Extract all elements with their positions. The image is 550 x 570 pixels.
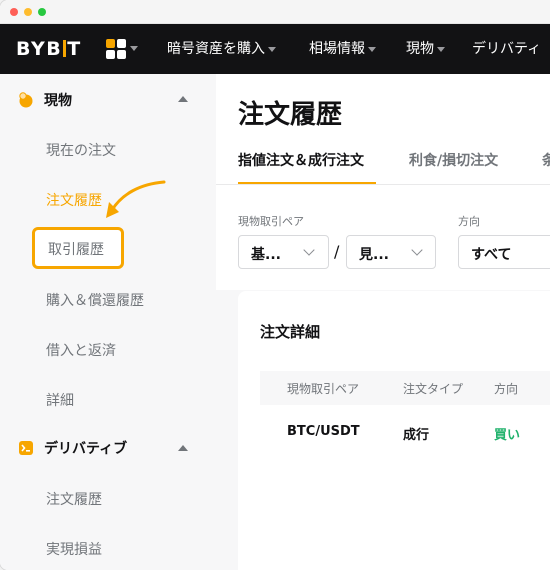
chevron-down-icon — [368, 46, 376, 52]
apps-menu-button[interactable] — [106, 38, 142, 60]
close-window-button[interactable] — [10, 8, 18, 16]
sidebar-item-derivatives-order-history[interactable]: 注文履歴 — [46, 489, 102, 509]
derivatives-icon — [18, 440, 34, 456]
chevron-down-icon — [130, 46, 138, 51]
side-filter-label: 方向 — [458, 215, 480, 228]
sidebar-item-trade-history[interactable]: 取引履歴 — [32, 227, 124, 269]
pair-separator: / — [334, 242, 340, 261]
tab-tp-sl-orders[interactable]: 利食/損切注文 — [409, 150, 498, 170]
chevron-down-icon — [411, 244, 423, 256]
chevron-down-icon — [303, 244, 315, 256]
tabs-divider — [216, 184, 550, 185]
sidebar-item-open-orders[interactable]: 現在の注文 — [46, 140, 116, 160]
nav-item-label: 現物 — [406, 41, 434, 57]
page-title: 注文履歴 — [238, 100, 343, 130]
logo-text-prefix: BYB — [16, 38, 63, 60]
browser-window: BYB T 暗号資産を購入 相場情報 現物 デリバティ 現物 現在の注文 注文履… — [0, 0, 550, 570]
pair-filter-label: 現物取引ペア — [238, 215, 304, 228]
sidebar-item-order-history[interactable]: 注文履歴 — [46, 190, 102, 210]
minimize-window-button[interactable] — [24, 8, 32, 16]
select-value: 見... — [359, 247, 389, 263]
top-navigation: BYB T 暗号資産を購入 相場情報 現物 デリバティ — [0, 24, 550, 74]
maximize-window-button[interactable] — [38, 8, 46, 16]
spot-icon — [18, 92, 34, 108]
sidebar: 現物 現在の注文 注文履歴 取引履歴 購入＆償還履歴 借入と返済 詳細 デリバテ… — [0, 74, 216, 570]
sidebar-item-purchase-redemption[interactable]: 購入＆償還履歴 — [46, 290, 144, 310]
column-header-order-type: 注文タイプ — [403, 382, 464, 396]
pointer-arrow-icon — [106, 180, 166, 218]
tab-conditional-orders[interactable]: 条 — [542, 150, 550, 170]
main-content: 注文履歴 指値注文＆成行注文 利食/損切注文 条 現物取引ペア 方向 基... … — [216, 74, 550, 570]
sidebar-item-realized-pnl[interactable]: 実現損益 — [46, 539, 102, 559]
apps-grid-icon — [106, 39, 115, 48]
cell-order-type: 成行 — [403, 428, 430, 443]
cell-pair: BTC/USDT — [287, 424, 360, 439]
nav-item-label: デリバティ — [472, 41, 542, 57]
sidebar-item-borrow-repay[interactable]: 借入と返済 — [46, 340, 116, 360]
apps-grid-icon — [117, 39, 126, 48]
apps-grid-icon — [117, 50, 126, 59]
nav-item-label: 暗号資産を購入 — [167, 41, 265, 57]
side-select[interactable]: すべて — [458, 235, 550, 269]
chevron-down-icon — [268, 46, 276, 52]
order-details-card: 注文詳細 現物取引ペア 注文タイプ 方向 BTC/USDT 成行 買い — [238, 291, 550, 570]
logo-text-suffix: T — [67, 38, 82, 60]
sidebar-group-label: 現物 — [44, 93, 72, 109]
cell-side: 買い — [494, 428, 521, 443]
nav-item-label: 相場情報 — [309, 41, 365, 57]
chevron-down-icon — [437, 46, 445, 52]
table-header: 現物取引ペア 注文タイプ 方向 — [260, 371, 550, 405]
column-header-side: 方向 — [494, 382, 519, 396]
sidebar-group-spot[interactable]: 現物 — [18, 90, 72, 110]
select-value: 基... — [251, 247, 281, 263]
sidebar-group-derivatives[interactable]: デリバティブ — [18, 438, 127, 458]
logo-accent-bar — [63, 40, 67, 57]
select-value: すべて — [471, 247, 512, 263]
card-title: 注文詳細 — [260, 323, 321, 341]
column-header-pair: 現物取引ペア — [287, 382, 360, 396]
tab-limit-market-orders[interactable]: 指値注文＆成行注文 — [238, 150, 364, 170]
sidebar-item-details[interactable]: 詳細 — [46, 390, 74, 410]
collapse-caret-icon[interactable] — [178, 445, 188, 451]
nav-item-buy-crypto[interactable]: 暗号資産を購入 — [167, 24, 276, 74]
bybit-logo[interactable]: BYB T — [16, 38, 82, 60]
quote-currency-select[interactable]: 見... — [346, 235, 436, 269]
base-currency-select[interactable]: 基... — [238, 235, 329, 269]
nav-item-spot[interactable]: 現物 — [406, 24, 445, 74]
apps-grid-icon — [106, 50, 115, 59]
sidebar-item-label: 取引履歴 — [48, 242, 104, 258]
collapse-caret-icon[interactable] — [178, 96, 188, 102]
nav-item-markets[interactable]: 相場情報 — [309, 24, 376, 74]
nav-item-derivatives[interactable]: デリバティ — [472, 24, 541, 74]
window-titlebar — [0, 0, 550, 24]
sidebar-group-label: デリバティブ — [44, 441, 128, 457]
